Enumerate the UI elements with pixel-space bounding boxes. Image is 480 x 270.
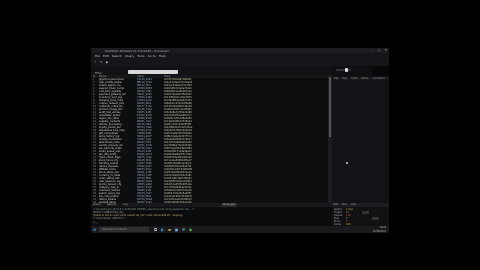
windows-start-icon[interactable]: ⊞ (93, 227, 96, 232)
bottom-tabs: Query Results Log Messages (91, 203, 332, 207)
tab-results[interactable]: Results (107, 203, 116, 207)
preview-box (372, 66, 389, 76)
edge-icon[interactable]: ◐ (160, 227, 165, 232)
tab-log[interactable]: Log (123, 203, 127, 207)
tab-query[interactable]: Query (93, 203, 101, 207)
tab-proc[interactable]: Proc (342, 203, 347, 207)
menu-goto[interactable]: Go to (148, 54, 156, 58)
folder-icon[interactable]: ▰ (167, 227, 172, 232)
bottom-panel: Query Results Log Messages /* Connecting… (91, 203, 332, 226)
search-input[interactable] (128, 70, 178, 74)
connect-icon[interactable]: ⚡ (94, 60, 96, 64)
column-header[interactable]: Tipo (342, 77, 347, 80)
column-header[interactable]: Valore (361, 77, 368, 80)
task-view-icon[interactable]: ⧉ (153, 227, 158, 232)
window-title: HeidiSQL Portable 11.3.0.6295 - Unnamed (105, 48, 169, 53)
store-icon[interactable]: ▣ (174, 227, 179, 232)
right-panel-top (332, 66, 389, 76)
status-inspector: Host Proc Vars Uptime 0 days Thread 12 Q… (332, 203, 389, 226)
scrollbar-thumb[interactable] (329, 77, 331, 137)
cursor-dot (346, 162, 348, 164)
right-panel-columns: Dat Tipo Ordin Valore Comment (333, 77, 388, 80)
menu-file[interactable]: File (95, 54, 100, 58)
taskbar-search[interactable]: Type here to search (99, 227, 149, 232)
taskbar: ⊞ Type here to search ⧉ ◐ ▰ ▣ ✉ ◆ 10:24 12/08… (91, 226, 389, 233)
column-header[interactable]: Ordin (351, 77, 358, 80)
system-tray: 10:24 12/08/2021 (346, 226, 386, 233)
stat-swatch (362, 211, 369, 214)
column-header[interactable]: Dat (334, 77, 338, 80)
heidisql-icon[interactable]: ◆ (188, 227, 193, 232)
menu-search[interactable]: Search (112, 54, 122, 58)
refresh-icon[interactable]: ↻ (100, 60, 103, 64)
zoom-slider[interactable] (336, 69, 351, 71)
zoom-slider-knob[interactable] (345, 68, 348, 72)
data-grid[interactable]: # Name Value Hash 1 glyphicon-pencil-box 7… (91, 75, 328, 204)
run-icon[interactable]: ▶ (106, 60, 108, 64)
right-panel: Dat Tipo Ordin Valore Comment (332, 66, 389, 203)
tab-host[interactable]: Host (333, 203, 338, 207)
tab-messages[interactable]: Messages (221, 203, 238, 207)
log-line: /* Characterset: utf8mb4 */ (93, 217, 125, 220)
menu-query[interactable]: Query (125, 54, 134, 58)
tab-vars[interactable]: Vars (351, 203, 356, 207)
taskbar-search-placeholder: Type here to search (102, 228, 127, 231)
clock-date[interactable]: 12/08/2021 (373, 230, 386, 234)
stat-swatch (372, 217, 379, 220)
menu-tools[interactable]: Tools (137, 54, 144, 58)
mail-icon[interactable]: ✉ (181, 227, 186, 232)
menu-edit[interactable]: Edit (103, 54, 109, 58)
toolbar: ⚡ ↻ ▶ (91, 58, 389, 66)
column-header[interactable]: Comment (373, 77, 385, 80)
command-input[interactable]: > _ (93, 221, 97, 224)
app-window: HeidiSQL Portable 11.3.0.6295 - Unnamed … (91, 48, 389, 226)
inspector-tabs: Host Proc Vars (332, 203, 389, 207)
menu-help[interactable]: Help (159, 54, 166, 58)
